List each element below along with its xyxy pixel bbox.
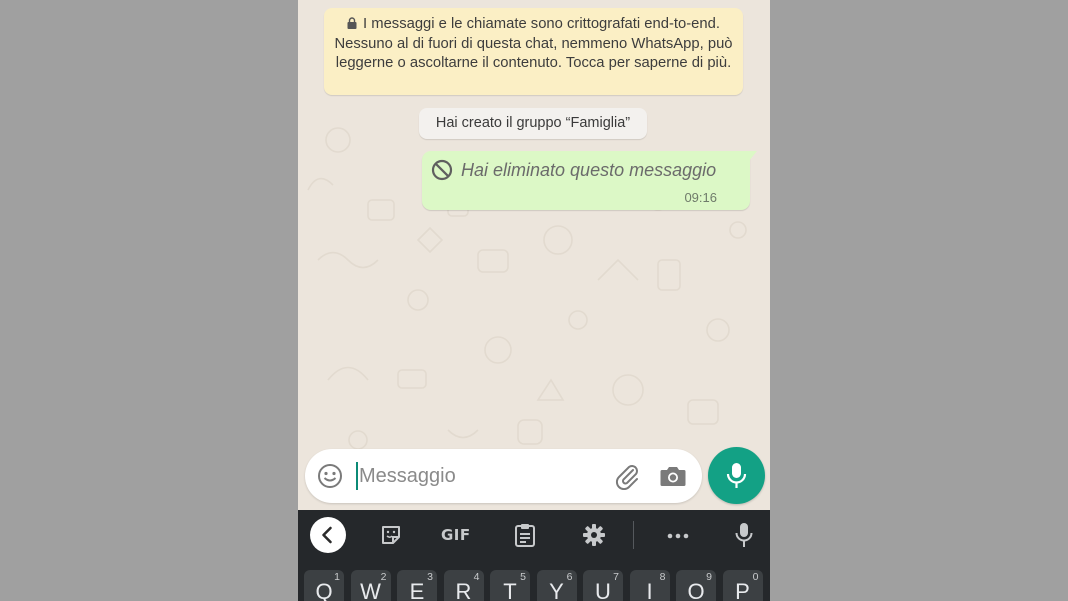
key-w[interactable]: 2W (350, 570, 391, 601)
key-t[interactable]: 5T (490, 570, 530, 601)
sticker-icon[interactable] (379, 523, 403, 547)
key-letter: P (735, 579, 750, 601)
toolbar-divider (633, 521, 634, 549)
encryption-notice[interactable]: I messaggi e le chiamate sono crittograf… (324, 8, 743, 95)
key-y[interactable]: 6Y (536, 570, 577, 601)
deleted-message-text: Hai eliminato questo messaggio (461, 160, 717, 180)
emoji-icon[interactable] (317, 463, 343, 489)
microphone-icon (726, 463, 747, 488)
chevron-left-icon (322, 526, 332, 544)
key-letter: O (687, 579, 705, 601)
gif-button[interactable]: GIF (441, 526, 471, 544)
settings-gear-icon[interactable] (582, 523, 606, 547)
bubble-tail (749, 151, 757, 161)
voice-typing-mic-icon[interactable] (735, 522, 753, 548)
key-letter: Q (315, 579, 333, 601)
message-input[interactable] (356, 461, 599, 491)
encryption-notice-text: I messaggi e le chiamate sono crittograf… (334, 16, 733, 71)
key-p[interactable]: 0P (722, 570, 763, 601)
key-q[interactable]: 1Q (304, 570, 344, 601)
deleted-message-icon (431, 159, 453, 181)
key-letter: R (455, 579, 472, 601)
clipboard-icon[interactable] (514, 523, 536, 547)
keyboard-back-button[interactable] (310, 517, 346, 553)
lock-icon (347, 17, 357, 29)
text-cursor (356, 462, 358, 490)
key-letter: U (595, 579, 611, 601)
message-composer (305, 449, 702, 503)
key-letter: T (503, 579, 517, 601)
key-letter: I (646, 579, 653, 601)
outgoing-message-bubble[interactable]: Hai eliminato questo messaggio 09:16 (422, 151, 757, 210)
key-letter: E (409, 579, 425, 601)
camera-icon[interactable] (659, 463, 687, 489)
voice-message-button[interactable] (708, 447, 765, 504)
attachment-icon[interactable] (613, 462, 641, 490)
whatsapp-chat-screen: I messaggi e le chiamate sono crittograf… (298, 0, 770, 601)
key-r[interactable]: 4R (443, 570, 484, 601)
more-options-icon[interactable] (666, 523, 690, 547)
message-timestamp: 09:16 (684, 190, 717, 205)
key-letter: W (360, 579, 381, 601)
key-i[interactable]: 8I (629, 570, 670, 601)
key-e[interactable]: 3E (397, 570, 437, 601)
key-o[interactable]: 9O (676, 570, 716, 601)
group-created-system-message: Hai creato il gruppo “Famiglia” (419, 108, 647, 139)
key-u[interactable]: 7U (583, 570, 623, 601)
key-letter: Y (549, 579, 564, 601)
on-screen-keyboard: GIF 1 Q 2 W 3 E 4 R 5 T 6 Y 7 U 8 I 9 O … (298, 510, 770, 601)
